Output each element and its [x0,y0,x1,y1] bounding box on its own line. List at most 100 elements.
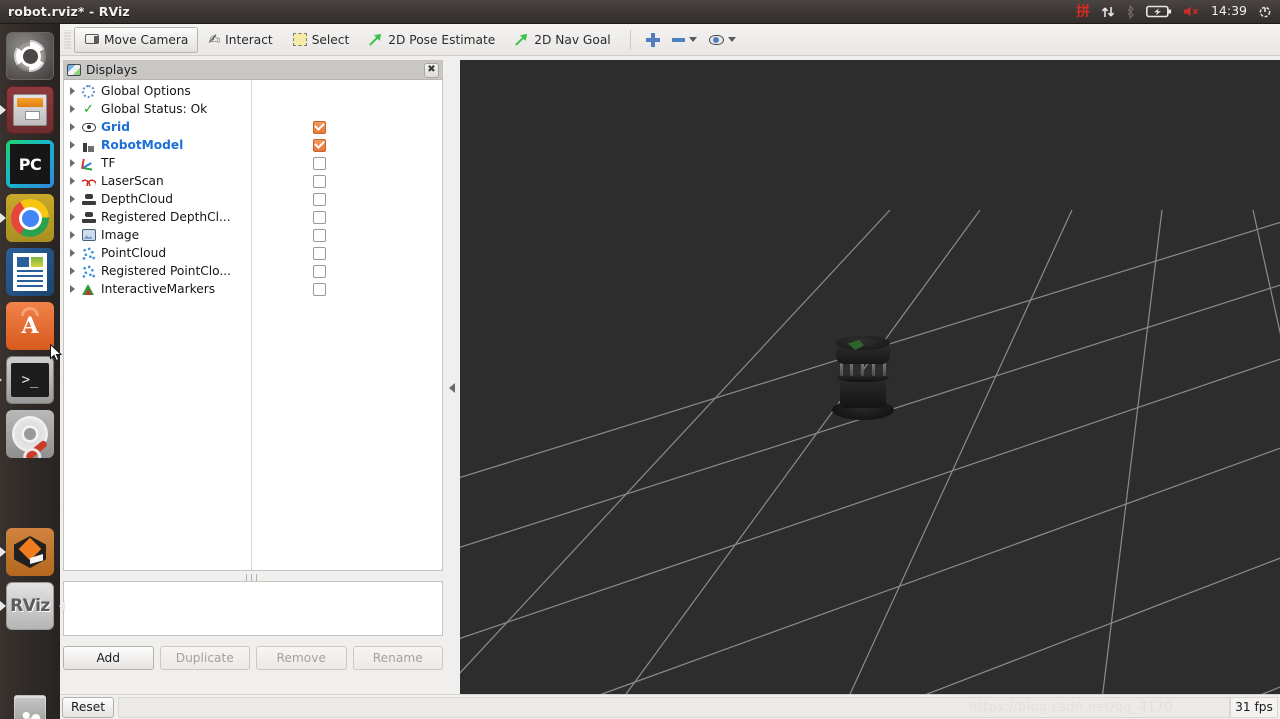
remove-tool-button[interactable] [666,28,703,52]
terminal-icon[interactable]: >_ [6,356,54,404]
unity-launcher: PC A >_ RViz [0,24,65,719]
display-item-checkbox[interactable] [313,138,326,152]
hand-icon: ✍ [208,31,221,48]
move-camera-icon [84,32,99,47]
gear-icon [81,84,96,99]
files-icon[interactable] [6,86,54,134]
rename-button[interactable]: Rename [352,646,443,670]
display-item-interactivemarkers[interactable]: InteractiveMarkers [64,280,442,298]
tool-interact[interactable]: ✍ Interact [198,27,282,53]
display-item-checkbox[interactable] [313,120,326,134]
launcher-item-ubuntu-dash[interactable] [0,32,60,80]
visibility-tool-button[interactable] [703,28,742,52]
duplicate-button[interactable]: Duplicate [159,646,250,670]
image-icon [81,228,96,243]
tool-2d-nav-goal-label: 2D Nav Goal [534,32,611,47]
3d-render-view[interactable] [460,60,1280,716]
display-item-tf[interactable]: TF [64,154,442,172]
battery-charging-icon[interactable] [1145,5,1172,18]
turtlebot-robot-model [828,332,898,420]
watermark-text: https://blog.csdn.net/qq_4170 [969,699,1173,715]
add-button[interactable]: Add [63,646,154,670]
expand-arrow-icon[interactable] [70,87,75,95]
display-item-checkbox[interactable] [313,264,326,278]
expand-arrow-icon[interactable] [70,195,75,203]
launcher-item-terminal[interactable]: >_ [0,356,60,404]
display-item-global-status[interactable]: ✓ Global Status: Ok [64,100,442,118]
launcher-item-gazebo[interactable] [0,528,60,576]
remove-button[interactable]: Remove [256,646,347,670]
power-gear-icon[interactable] [1258,5,1272,19]
display-item-checkbox[interactable] [313,246,326,260]
gazebo-icon[interactable] [6,528,54,576]
network-updown-icon[interactable] [1101,5,1115,19]
tool-select[interactable]: Select [283,27,360,53]
tf-axes-icon [81,156,96,171]
clock[interactable]: 14:39 [1211,5,1247,18]
pycharm-icon[interactable]: PC [6,140,54,188]
close-icon[interactable]: ✖ [424,62,439,78]
status-message-field: https://blog.csdn.net/qq_4170 [118,696,1230,718]
toolbar-drag-handle[interactable] [64,29,71,50]
tool-2d-nav-goal[interactable]: 2D Nav Goal [505,27,620,53]
display-item-grid[interactable]: Grid [64,118,442,136]
display-item-depthcloud[interactable]: DepthCloud [64,190,442,208]
display-item-pointcloud[interactable]: PointCloud [64,244,442,262]
window-title: robot.rviz* - RViz [8,4,130,19]
display-item-label: InteractiveMarkers [101,282,216,296]
chrome-icon[interactable] [6,194,54,242]
bluetooth-icon[interactable] [1126,4,1135,19]
expand-arrow-icon[interactable] [70,231,75,239]
expand-arrow-icon[interactable] [70,249,75,257]
launcher-item-system-settings[interactable] [0,410,60,458]
left-splitter[interactable] [445,60,459,716]
tool-2d-pose-estimate[interactable]: 2D Pose Estimate [359,27,505,53]
trash-icon[interactable] [6,688,54,719]
tool-move-camera[interactable]: Move Camera [74,26,199,53]
volume-muted-icon[interactable] [1183,5,1200,18]
add-tool-button[interactable] [640,28,666,52]
expand-arrow-icon[interactable] [70,177,75,185]
expand-arrow-icon[interactable] [70,267,75,275]
rviz-icon[interactable]: RViz [6,582,54,630]
display-item-checkbox[interactable] [313,192,326,206]
launcher-item-files[interactable] [0,86,60,134]
ubuntu-software-icon[interactable]: A [6,302,54,350]
expand-arrow-icon[interactable] [70,213,75,221]
expand-arrow-icon[interactable] [70,105,75,113]
ime-indicator-icon[interactable]: 拼 [1076,5,1090,19]
expand-arrow-icon[interactable] [70,159,75,167]
collapse-left-arrow-icon[interactable] [449,383,455,393]
ubuntu-dash-icon[interactable] [6,32,54,80]
libreoffice-icon[interactable] [6,248,54,296]
panel-horizontal-splitter[interactable] [63,573,443,581]
display-item-checkbox[interactable] [313,282,326,296]
display-item-image[interactable]: Image [64,226,442,244]
display-item-checkbox[interactable] [313,156,326,170]
grid-eye-icon [81,120,96,135]
display-item-label: Registered DepthCl... [101,210,231,224]
display-item-label: Global Options [101,84,191,98]
screen: robot.rviz* - RViz 拼 14:39 PC A >_ RViz … [0,0,1280,719]
display-item-checkbox[interactable] [313,228,326,242]
display-item-checkbox[interactable] [313,210,326,224]
display-item-robotmodel[interactable]: RobotModel [64,136,442,154]
pointcloud-icon [81,264,96,279]
tool-interact-label: Interact [225,32,273,47]
launcher-item-chrome[interactable] [0,194,60,242]
display-item-global-options[interactable]: Global Options [64,82,442,100]
display-item-registered-pointcloud[interactable]: Registered PointClo... [64,262,442,280]
display-item-checkbox[interactable] [313,174,326,188]
launcher-item-libreoffice[interactable] [0,248,60,296]
expand-arrow-icon[interactable] [70,123,75,131]
display-item-laserscan[interactable]: LaserScan [64,172,442,190]
system-settings-icon[interactable] [6,410,54,458]
launcher-item-pycharm[interactable]: PC [0,140,60,188]
launcher-item-rviz[interactable]: RViz [0,582,65,630]
expand-arrow-icon[interactable] [70,285,75,293]
launcher-item-trash[interactable] [0,688,60,719]
reset-button[interactable]: Reset [62,696,115,718]
launcher-item-ubuntu-software[interactable]: A [0,302,60,350]
display-item-registered-depthcloud[interactable]: Registered DepthCl... [64,208,442,226]
expand-arrow-icon[interactable] [70,141,75,149]
